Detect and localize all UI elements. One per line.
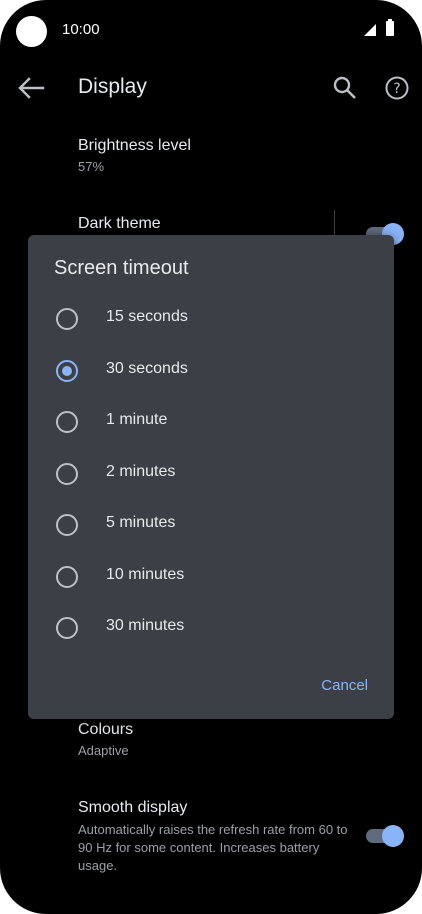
radio-button[interactable] [56,411,78,433]
setting-title: Smooth display [78,799,188,816]
svg-text:?: ? [393,81,400,97]
option-label: 30 seconds [106,360,188,377]
radio-button-selected[interactable] [56,360,78,382]
radio-button[interactable] [56,566,78,588]
status-bar: 10:00 [0,0,422,60]
app-bar: Display ? [0,60,422,116]
camera-cutout [16,16,47,47]
option-label: 5 minutes [106,514,176,531]
radio-button[interactable] [56,308,78,330]
dialog-title: Screen timeout [54,257,189,279]
setting-value: Adaptive [78,743,129,758]
page-title: Display [78,75,147,98]
setting-description: Automatically raises the refresh rate fr… [78,822,348,873]
option-label: 2 minutes [106,463,176,480]
option-30-seconds[interactable]: 30 seconds [28,345,394,397]
option-label: 10 minutes [106,566,185,583]
radio-dot [62,366,72,376]
screen-timeout-dialog: Screen timeout 15 seconds 30 seconds 1 m… [28,235,394,719]
status-time: 10:00 [62,21,100,38]
setting-smooth-display[interactable]: Smooth display Automatically raises the … [78,799,348,875]
radio-button[interactable] [56,617,78,639]
option-30-minutes[interactable]: 30 minutes [28,602,394,654]
battery-icon [386,19,394,36]
search-icon[interactable] [332,75,358,101]
setting-value: 57% [78,159,105,174]
option-1-minute[interactable]: 1 minute [28,396,394,448]
cancel-button[interactable]: Cancel [321,677,368,694]
setting-title: Colours [78,721,134,738]
smooth-display-toggle[interactable] [366,825,404,847]
setting-title: Dark theme [78,215,161,232]
toggle-knob [382,825,404,847]
option-5-minutes[interactable]: 5 minutes [28,499,394,551]
setting-colours[interactable]: Colours Adaptive [78,721,133,758]
option-10-minutes[interactable]: 10 minutes [28,551,394,603]
option-label: 1 minute [106,411,168,428]
setting-title: Brightness level [78,137,191,154]
phone-screen: 10:00 Display ? Brightness level 57% Dar… [0,0,422,914]
setting-dark-theme[interactable]: Dark theme [78,215,161,233]
radio-button[interactable] [56,514,78,536]
option-label: 15 seconds [106,308,188,325]
help-icon[interactable]: ? [384,75,410,101]
option-2-minutes[interactable]: 2 minutes [28,448,394,500]
option-15-seconds[interactable]: 15 seconds [28,293,394,345]
option-label: 30 minutes [106,617,185,634]
setting-brightness[interactable]: Brightness level 57% [78,137,191,174]
signal-icon [364,24,376,36]
arrow-back-icon[interactable] [17,76,45,100]
radio-button[interactable] [56,463,78,485]
